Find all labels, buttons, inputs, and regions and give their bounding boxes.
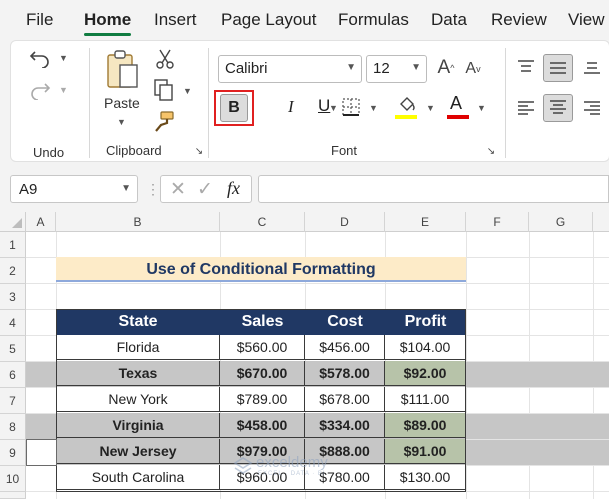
row-header-5[interactable]: 5 <box>0 336 26 362</box>
ribbon-separator <box>208 48 209 158</box>
italic-button[interactable]: I <box>288 97 294 117</box>
column-header-a[interactable]: A <box>26 212 56 232</box>
row-header-10[interactable]: 10 <box>0 466 26 492</box>
clipboard-group-label: Clipboard <box>106 143 162 158</box>
clipboard-launcher-icon[interactable]: ↘ <box>193 145 205 157</box>
bottom-align-icon[interactable] <box>580 55 604 79</box>
gridline <box>26 283 609 284</box>
column-header-e[interactable]: E <box>385 212 466 232</box>
paste-dropdown-icon[interactable]: ▼ <box>117 117 126 127</box>
ribbon-separator <box>89 48 90 158</box>
column-header-b[interactable]: B <box>56 212 220 232</box>
title-cell[interactable]: Use of Conditional Formatting <box>56 257 466 282</box>
row-header-4[interactable]: 4 <box>0 310 26 336</box>
borders-icon[interactable] <box>340 96 362 118</box>
fill-color-icon[interactable] <box>396 94 418 116</box>
selected-cell-a9[interactable] <box>26 439 57 466</box>
menu-data[interactable]: Data <box>431 10 467 30</box>
redo-icon[interactable] <box>28 78 52 102</box>
splitter-handle-icon[interactable]: ⋮ <box>146 181 160 197</box>
formula-controls: ✕ ✓ fx <box>160 175 252 203</box>
paste-icon[interactable] <box>104 48 140 90</box>
font-color-dropdown-icon[interactable]: ▼ <box>477 103 486 113</box>
decrease-font-size-icon[interactable]: Av <box>462 58 484 80</box>
top-align-icon[interactable] <box>514 55 538 79</box>
middle-align-button[interactable] <box>543 54 573 82</box>
cancel-icon[interactable]: ✕ <box>170 178 186 201</box>
font-color-swatch <box>447 115 469 119</box>
font-launcher-icon[interactable]: ↘ <box>485 145 497 157</box>
chevron-down-icon[interactable]: ▼ <box>121 183 131 194</box>
row-header-1[interactable]: 1 <box>0 232 26 258</box>
font-color-button[interactable]: A <box>450 93 462 114</box>
active-tab-indicator <box>84 33 131 36</box>
undo-icon[interactable] <box>28 46 52 70</box>
row-header-7[interactable]: 7 <box>0 388 26 414</box>
bold-button[interactable]: B <box>220 94 248 122</box>
watermark-name: exceldemy <box>256 454 328 471</box>
underline-dropdown-icon[interactable]: ▼ <box>329 103 338 113</box>
name-box-value: A9 <box>19 181 38 198</box>
undo-group-label: Undo <box>33 145 65 160</box>
watermark-tagline: EXCEL · DATA · BI <box>258 471 326 477</box>
menu-file[interactable]: File <box>26 10 53 30</box>
chevron-down-icon: ▼ <box>411 62 421 73</box>
menu-review[interactable]: Review <box>491 10 547 30</box>
row-header-8[interactable]: 8 <box>0 414 26 440</box>
copy-dropdown-icon[interactable]: ▼ <box>183 86 192 96</box>
font-group-label: Font <box>331 143 358 158</box>
undo-dropdown-icon[interactable]: ▼ <box>59 53 68 63</box>
menu-home[interactable]: Home <box>84 10 131 30</box>
watermark-icon <box>233 457 253 474</box>
align-right-icon[interactable] <box>580 96 604 120</box>
column-header-c[interactable]: C <box>220 212 305 232</box>
align-center-button[interactable] <box>543 94 573 122</box>
menu-insert[interactable]: Insert <box>154 10 197 30</box>
row-header-6[interactable]: 6 <box>0 362 26 388</box>
column-header-g[interactable]: G <box>529 212 593 232</box>
formula-input[interactable] <box>258 175 609 203</box>
watermark-logo: exceldemy EXCEL · DATA · BI <box>232 452 392 482</box>
fill-color-swatch <box>395 115 417 119</box>
increase-font-size-icon[interactable]: A ^ <box>434 56 458 80</box>
insert-function-button[interactable]: fx <box>227 178 240 199</box>
sheet-title: Use of Conditional Formatting <box>146 261 376 278</box>
cut-icon[interactable] <box>154 48 176 70</box>
row-header-3[interactable]: 3 <box>0 284 26 310</box>
column-header-f[interactable]: F <box>466 212 529 232</box>
ribbon-separator <box>505 48 506 158</box>
row-header-11[interactable] <box>0 492 26 499</box>
font-size-select[interactable]: 12 ▼ <box>366 55 427 83</box>
column-header-d[interactable]: D <box>305 212 385 232</box>
align-left-icon[interactable] <box>514 96 538 120</box>
font-size-value: 12 <box>373 60 390 77</box>
name-box[interactable]: A9 ▼ <box>10 175 138 203</box>
font-name-value: Calibri <box>225 60 268 77</box>
menu-view[interactable]: View <box>568 10 605 30</box>
row-header-2[interactable]: 2 <box>0 258 26 284</box>
font-name-select[interactable]: Calibri ▼ <box>218 55 362 83</box>
menu-formulas[interactable]: Formulas <box>338 10 409 30</box>
enter-icon[interactable]: ✓ <box>197 178 213 201</box>
row-header-9[interactable]: 9 <box>0 440 26 466</box>
menu-page-layout[interactable]: Page Layout <box>221 10 316 30</box>
chevron-down-icon: ▼ <box>346 62 356 73</box>
redo-dropdown-icon[interactable]: ▼ <box>59 85 68 95</box>
select-all-corner[interactable] <box>0 212 26 232</box>
borders-dropdown-icon[interactable]: ▼ <box>369 103 378 113</box>
copy-icon[interactable] <box>152 78 176 102</box>
fill-color-dropdown-icon[interactable]: ▼ <box>426 103 435 113</box>
column-header-bar: A B C D E F G <box>0 212 609 232</box>
paste-label[interactable]: Paste <box>104 95 140 111</box>
format-painter-icon[interactable] <box>152 110 176 134</box>
